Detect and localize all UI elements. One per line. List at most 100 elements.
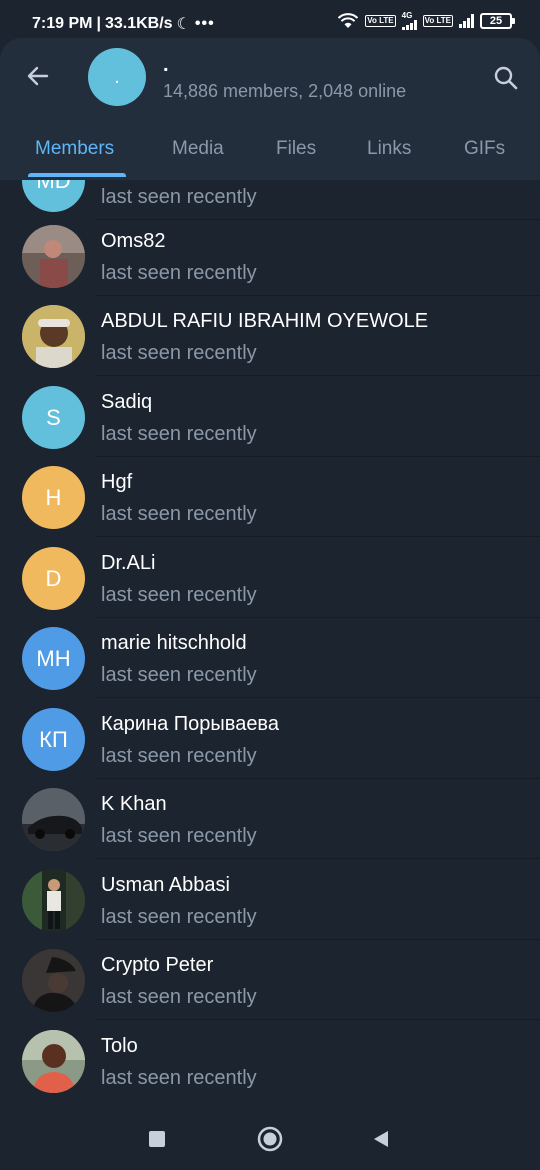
triangle-icon	[374, 1131, 388, 1147]
avatar	[22, 869, 85, 932]
profile-photo-icon	[22, 1030, 85, 1093]
avatar-initials: D	[45, 565, 62, 591]
member-name: ABDUL RAFIU IBRAHIM OYEWOLE	[101, 310, 429, 332]
member-status: last seen recently	[101, 342, 257, 364]
member-name: Usman Abbasi	[101, 874, 230, 896]
tab-files[interactable]: Files	[276, 138, 316, 160]
battery-icon: 25	[480, 13, 515, 29]
member-name: Карина Порываева	[101, 713, 279, 735]
signal-1: 4G	[401, 11, 417, 30]
status-separator: |	[96, 15, 101, 32]
wifi-icon	[338, 13, 359, 28]
tab-gifs[interactable]: GIFs	[464, 138, 505, 160]
avatar-initials: S	[46, 404, 61, 430]
signal-bars-icon-2	[459, 14, 474, 28]
more-notifications-icon: •••	[194, 15, 215, 32]
avatar: H	[22, 466, 85, 529]
arrow-left-icon	[27, 66, 49, 86]
member-row[interactable]: K Khan last seen recently	[0, 779, 540, 859]
row-divider	[96, 536, 540, 537]
member-status: last seen recently	[101, 503, 257, 525]
profile-photo-icon	[22, 869, 85, 932]
member-row[interactable]: D Dr.ALi last seen recently	[0, 538, 540, 618]
member-name: Oms82	[101, 230, 166, 252]
row-divider	[96, 375, 540, 376]
square-icon	[149, 1131, 165, 1147]
tab-bar: Members Media Files Links GIFs	[0, 128, 540, 270]
tab-members[interactable]: Members	[35, 138, 114, 160]
member-row[interactable]: Oms82 last seen recently	[0, 216, 540, 296]
member-row[interactable]: S Sadiq last seen recently	[0, 377, 540, 457]
member-row[interactable]: ABDUL RAFIU IBRAHIM OYEWOLE last seen re…	[0, 296, 540, 376]
avatar	[22, 788, 85, 851]
group-member-count: 14,886 members, 2,048 online	[163, 81, 407, 101]
avatar-initials: КП	[39, 726, 68, 752]
member-status: last seen recently	[101, 745, 257, 767]
search-button[interactable]	[486, 58, 526, 98]
member-status: last seen recently	[101, 1067, 257, 1089]
volte-badge-1: Vo LTE	[365, 15, 396, 27]
avatar	[22, 949, 85, 1012]
member-row[interactable]: Tolo last seen recently	[0, 1021, 540, 1101]
volte-badge-2: Vo LTE	[422, 15, 453, 27]
member-name: Tolo	[101, 1035, 138, 1057]
avatar	[22, 1030, 85, 1093]
avatar-initials: H	[45, 484, 62, 510]
avatar: MD	[22, 180, 85, 212]
avatar-initials: MD	[36, 180, 71, 193]
member-name: K Khan	[101, 793, 167, 815]
member-status: last seen recently	[101, 906, 257, 928]
avatar: S	[22, 386, 85, 449]
row-divider	[96, 697, 540, 698]
member-row[interactable]: H Hgf last seen recently	[0, 457, 540, 537]
member-row[interactable]: КП Карина Порываева last seen recently	[0, 699, 540, 779]
signal-bars-icon	[401, 20, 417, 30]
profile-photo-icon	[22, 305, 85, 368]
member-name: Crypto Peter	[101, 954, 214, 976]
status-bar-right: Vo LTE 4G Vo LTE 25	[337, 11, 515, 30]
tab-media[interactable]: Media	[172, 138, 224, 160]
row-divider	[96, 858, 540, 859]
search-icon	[494, 66, 518, 90]
member-status: last seen recently	[101, 664, 257, 686]
member-status: last seen recently	[101, 262, 257, 284]
row-divider	[96, 1019, 540, 1020]
avatar: КП	[22, 708, 85, 771]
group-title[interactable]: .	[163, 54, 169, 77]
tab-links[interactable]: Links	[367, 138, 411, 160]
status-bar-left: 7:19 PM | 33.1KB/s ☾ •••	[32, 14, 215, 34]
network-type-label: 4G	[401, 11, 413, 20]
avatar	[22, 305, 85, 368]
profile-photo-icon	[22, 949, 85, 1012]
active-tab-indicator	[28, 173, 126, 177]
avatar	[22, 225, 85, 288]
members-list[interactable]: MD last seen recently Oms82 last seen re…	[0, 180, 540, 1104]
group-avatar[interactable]: .	[88, 48, 146, 106]
system-nav-bar	[0, 1104, 540, 1170]
status-speed: 33.1KB/s	[104, 15, 173, 32]
recent-apps-button[interactable]	[142, 1124, 172, 1154]
group-avatar-text: .	[114, 65, 120, 88]
profile-photo-icon	[22, 225, 85, 288]
moon-icon: ☾	[176, 16, 191, 33]
avatar: D	[22, 547, 85, 610]
member-row[interactable]: Usman Abbasi last seen recently	[0, 860, 540, 940]
home-button[interactable]	[255, 1124, 285, 1154]
member-name: Hgf	[101, 471, 133, 493]
status-time: 7:19 PM	[32, 15, 93, 32]
profile-photo-icon	[22, 788, 85, 851]
member-status: last seen recently	[101, 423, 257, 445]
back-nav-button[interactable]	[366, 1124, 396, 1154]
member-name: marie hitschhold	[101, 632, 247, 654]
member-row[interactable]: MH marie hitschhold last seen recently	[0, 618, 540, 698]
member-row[interactable]: Crypto Peter last seen recently	[0, 940, 540, 1020]
chat-header: . . 14,886 members, 2,048 online Members…	[0, 38, 540, 270]
member-name: Sadiq	[101, 391, 153, 413]
member-status: last seen recently	[101, 986, 257, 1008]
avatar: MH	[22, 627, 85, 690]
member-row[interactable]: MD last seen recently	[0, 180, 540, 220]
circle-icon	[257, 1126, 283, 1152]
back-button[interactable]	[18, 56, 58, 96]
avatar-initials: MH	[36, 645, 71, 671]
member-status: last seen recently	[101, 186, 257, 208]
